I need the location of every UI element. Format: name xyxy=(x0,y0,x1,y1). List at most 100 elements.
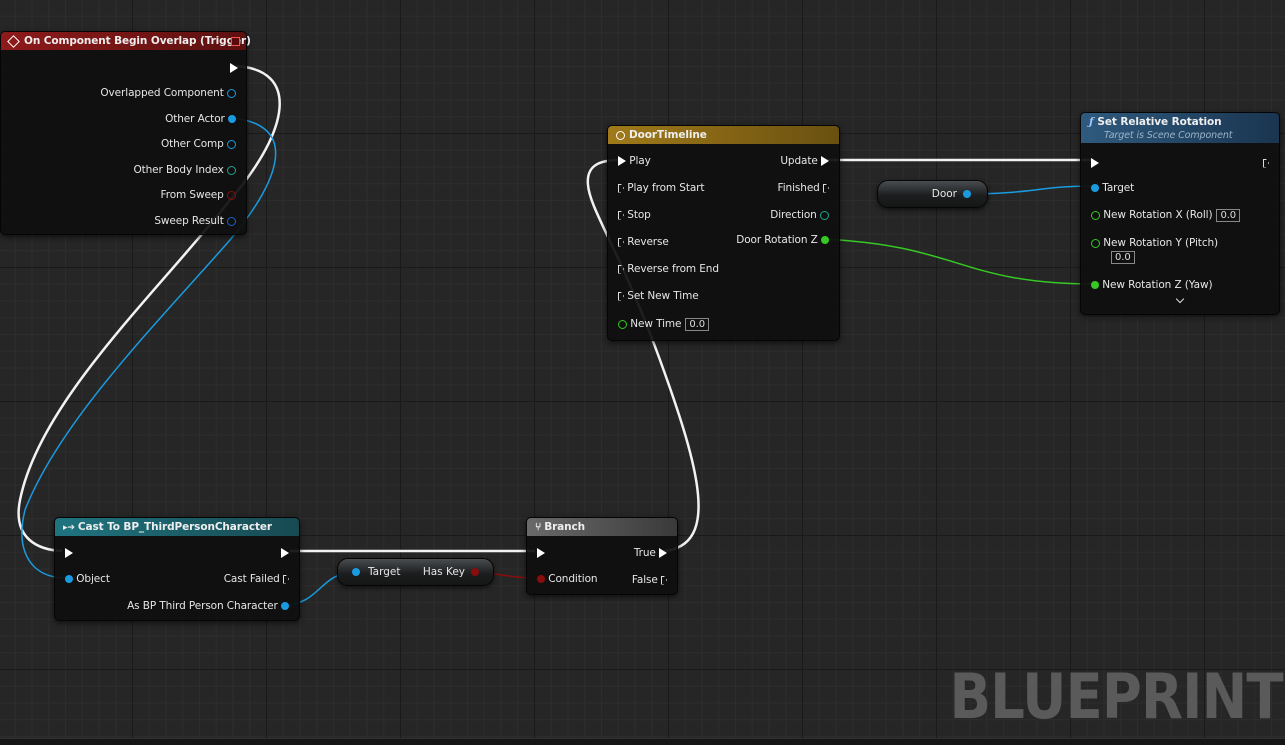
exec-in-pin-icon[interactable] xyxy=(618,210,624,220)
exec-out-pin-icon[interactable] xyxy=(281,548,289,558)
exec-in-pin-icon[interactable] xyxy=(1091,158,1099,168)
new-time-input[interactable]: 0.0 xyxy=(685,317,709,331)
struct-pin-icon[interactable] xyxy=(227,216,236,226)
pin-label-rotation-y: New Rotation Y (Pitch) xyxy=(1103,237,1219,249)
pin-label-condition: Condition xyxy=(548,573,598,585)
pin-row-rotation-z[interactable]: New Rotation Z (Yaw) xyxy=(1091,278,1213,292)
cast-exec-out[interactable] xyxy=(281,546,289,560)
branch-node-title: Branch xyxy=(544,521,586,533)
exec-in-pin-icon[interactable] xyxy=(537,548,545,558)
timeline-node[interactable]: DoorTimeline Play Play from Start Stop R… xyxy=(607,125,840,341)
event-node-begin-overlap[interactable]: On Component Begin Overlap (Trigger) Ove… xyxy=(0,31,251,235)
exec-out-pin-icon[interactable] xyxy=(283,574,289,584)
float-pin-icon[interactable] xyxy=(618,319,627,329)
pin-label-cast-failed: Cast Failed xyxy=(223,573,280,585)
bool-pin-icon[interactable] xyxy=(227,190,236,200)
branch-exec-in[interactable] xyxy=(537,546,545,560)
pin-label-rotation-z: New Rotation Z (Yaw) xyxy=(1102,279,1213,291)
bottom-scroll-strip xyxy=(0,738,1285,745)
pin-row-false[interactable]: False xyxy=(632,573,667,587)
exec-out-pin-icon[interactable] xyxy=(823,183,829,193)
integer-pin-icon[interactable] xyxy=(227,165,236,175)
pin-row-cast-failed[interactable]: Cast Failed xyxy=(224,572,289,586)
pin-row-other-comp[interactable]: Other Comp xyxy=(161,137,236,151)
float-pin-icon[interactable] xyxy=(1091,281,1099,289)
object-pin-icon[interactable] xyxy=(1091,184,1099,192)
enum-pin-icon[interactable] xyxy=(820,210,829,220)
pin-row-object[interactable]: Object xyxy=(65,572,110,586)
expand-chevron-icon[interactable] xyxy=(1175,294,1185,304)
event-delegate-icon[interactable] xyxy=(231,37,240,46)
pin-row-play[interactable]: Play xyxy=(618,154,651,168)
pin-row-update[interactable]: Update xyxy=(780,154,829,168)
pin-label-other-comp: Other Comp xyxy=(160,138,224,150)
door-variable-node[interactable]: Door xyxy=(877,180,988,208)
pin-row-play-from-start[interactable]: Play from Start xyxy=(618,181,705,195)
pin-label-from-sweep: From Sweep xyxy=(160,189,224,201)
float-pin-icon[interactable] xyxy=(1091,210,1100,220)
function-node-subtitle: Target is Scene Component xyxy=(1104,130,1233,141)
set-exec-out[interactable] xyxy=(1263,156,1269,170)
pin-row-new-time[interactable]: New Time 0.0 xyxy=(618,317,709,331)
object-pin-icon[interactable] xyxy=(963,190,971,198)
object-pin-icon[interactable] xyxy=(281,602,289,610)
pin-row-set-new-time[interactable]: Set New Time xyxy=(618,289,699,303)
event-node-title: On Component Begin Overlap (Trigger) xyxy=(24,35,251,47)
timeline-node-header[interactable]: DoorTimeline xyxy=(608,126,839,144)
pin-row-stop[interactable]: Stop xyxy=(618,208,651,222)
branch-node-header[interactable]: ⑂ Branch xyxy=(527,518,677,536)
exec-out-pin-icon[interactable] xyxy=(661,575,667,585)
exec-out-pin-icon[interactable] xyxy=(659,548,667,558)
set-relative-rotation-node[interactable]: ƒ Set Relative Rotation Target is Scene C… xyxy=(1080,112,1280,315)
roll-input[interactable]: 0.0 xyxy=(1216,208,1241,222)
cast-node-header[interactable]: ▸➔ Cast To BP_ThirdPersonCharacter xyxy=(55,518,299,536)
pin-row-rotation-x[interactable]: New Rotation X (Roll) 0.0 xyxy=(1091,208,1241,222)
exec-in-pin-icon[interactable] xyxy=(618,264,624,274)
object-pin-icon[interactable] xyxy=(228,115,236,123)
exec-in-pin-icon[interactable] xyxy=(65,548,73,558)
exec-out-pin-icon[interactable] xyxy=(230,63,238,73)
pin-row-from-sweep[interactable]: From Sweep xyxy=(161,188,236,202)
object-pin-icon[interactable] xyxy=(227,88,236,98)
bool-pin-icon[interactable] xyxy=(537,575,545,583)
pin-row-direction[interactable]: Direction xyxy=(770,208,829,222)
pin-row-rotation-y[interactable]: New Rotation Y (Pitch) 0.0 xyxy=(1091,236,1218,264)
haskey-output-label: Has Key xyxy=(422,566,465,578)
pin-row-target[interactable]: Target xyxy=(1091,181,1134,195)
pin-row-other-body-index[interactable]: Other Body Index xyxy=(133,163,236,177)
object-pin-icon[interactable] xyxy=(227,139,236,149)
pin-row-reverse-from-end[interactable]: Reverse from End xyxy=(618,262,719,276)
pin-row-as-character[interactable]: As BP Third Person Character xyxy=(127,599,289,613)
pin-label-true: True xyxy=(633,547,656,559)
function-node-header[interactable]: ƒ Set Relative Rotation Target is Scene C… xyxy=(1081,113,1279,143)
exec-in-pin-icon[interactable] xyxy=(618,156,626,166)
pitch-input[interactable]: 0.0 xyxy=(1111,250,1135,264)
exec-in-pin-icon[interactable] xyxy=(618,237,624,247)
pin-row-true[interactable]: True xyxy=(634,546,667,560)
float-pin-icon[interactable] xyxy=(821,236,829,244)
haskey-node[interactable]: Target Has Key xyxy=(337,558,494,586)
exec-out-pin-icon[interactable] xyxy=(1263,158,1269,168)
exec-in-pin-icon[interactable] xyxy=(618,183,624,193)
set-exec-in[interactable] xyxy=(1091,156,1099,170)
object-pin-icon[interactable] xyxy=(352,568,360,576)
float-wire-rotz-to-yaw xyxy=(820,238,1096,285)
exec-out-pin-icon[interactable] xyxy=(821,156,829,166)
pin-row-other-actor[interactable]: Other Actor xyxy=(165,112,236,126)
branch-icon: ⑂ xyxy=(535,521,542,533)
pin-row-finished[interactable]: Finished xyxy=(778,181,829,195)
pin-row-condition[interactable]: Condition xyxy=(537,572,598,586)
pin-row-reverse[interactable]: Reverse xyxy=(618,235,669,249)
float-pin-icon[interactable] xyxy=(1091,238,1100,248)
bool-pin-icon[interactable] xyxy=(471,568,479,576)
cast-exec-in[interactable] xyxy=(65,546,73,560)
branch-node[interactable]: ⑂ Branch True Condition False xyxy=(526,517,678,595)
event-node-header[interactable]: On Component Begin Overlap (Trigger) xyxy=(1,32,251,50)
pin-row-sweep-result[interactable]: Sweep Result xyxy=(154,214,236,228)
pin-row-door-rotation-z[interactable]: Door Rotation Z xyxy=(736,233,829,247)
object-pin-icon[interactable] xyxy=(65,575,73,583)
cast-node[interactable]: ▸➔ Cast To BP_ThirdPersonCharacter Object… xyxy=(54,517,300,621)
pin-row-overlapped-component[interactable]: Overlapped Component xyxy=(100,86,236,100)
exec-in-pin-icon[interactable] xyxy=(618,291,624,301)
event-exec-out[interactable] xyxy=(230,61,238,75)
